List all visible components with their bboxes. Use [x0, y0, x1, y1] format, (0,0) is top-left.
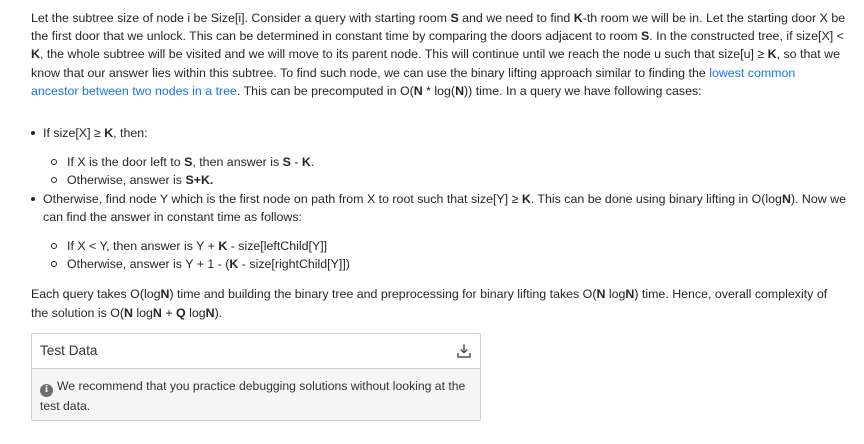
- subcases-list-2: If X < Y, then answer is Y + K - size[le…: [43, 237, 846, 273]
- intro-paragraph: Let the subtree size of node i be Size[i…: [31, 9, 846, 100]
- note-text: We recommend that you practice debugging…: [40, 379, 466, 413]
- text-fragment: If size[X] ≥: [43, 126, 105, 141]
- bold-term: K: [767, 47, 777, 62]
- subcase-item: Otherwise, answer is Y + 1 - (K - size[r…: [43, 255, 846, 273]
- text-fragment: , then answer is: [192, 155, 283, 170]
- text-fragment: Otherwise, answer is: [67, 173, 186, 188]
- text-fragment: , then:: [113, 126, 148, 141]
- text-fragment: .: [310, 155, 315, 170]
- text-fragment: -: [290, 155, 302, 170]
- bold-term: K: [104, 126, 114, 141]
- text-fragment: - size[leftChild[Y]]: [227, 239, 328, 254]
- bold-term: S+K.: [185, 173, 214, 188]
- text-fragment: log: [185, 305, 206, 320]
- editorial-content: Let the subtree size of node i be Size[i…: [31, 9, 846, 322]
- text-fragment: ) time and building the binary tree and …: [169, 287, 597, 302]
- bold-term: N: [781, 191, 791, 206]
- bold-term: K: [218, 239, 228, 254]
- text-fragment: , the whole subtree will be visited and …: [39, 47, 768, 62]
- text-fragment: . This can be precomputed in O(: [236, 83, 414, 98]
- text-fragment: Let the subtree size of node i be Size[i…: [31, 11, 451, 25]
- bold-term: K: [521, 191, 531, 206]
- text-fragment: . In the constructed tree, if size[X] <: [649, 29, 844, 44]
- bold-term: K: [573, 11, 583, 25]
- test-data-header[interactable]: Test Data: [32, 334, 480, 369]
- text-fragment: Otherwise, find node Y which is the firs…: [43, 191, 522, 206]
- bold-term: S: [450, 11, 459, 25]
- test-data-title: Test Data: [40, 343, 98, 358]
- text-fragment: log: [132, 305, 153, 320]
- text-fragment: Each query takes O(log: [31, 287, 161, 302]
- text-fragment: and we need to find: [458, 11, 574, 25]
- bold-term: N: [625, 287, 635, 302]
- subcase-item: If X < Y, then answer is Y + K - size[le…: [43, 237, 846, 255]
- subcase-item: If X is the door left to S, then answer …: [43, 153, 846, 171]
- bold-term: N: [123, 305, 133, 320]
- case-item-1: If size[X] ≥ K, then: If X is the door l…: [31, 124, 846, 190]
- bold-term: N: [205, 305, 215, 320]
- cases-list: If size[X] ≥ K, then: If X is the door l…: [31, 124, 846, 273]
- bold-term: N: [455, 83, 465, 98]
- text-fragment: * log(: [422, 83, 456, 98]
- test-data-body: i We recommend that you practice debuggin…: [32, 369, 480, 420]
- text-fragment: If X is the door left to: [67, 155, 185, 170]
- bold-term: N: [152, 305, 162, 320]
- info-icon: i: [40, 384, 53, 397]
- text-fragment: If X < Y, then answer is Y +: [67, 239, 219, 254]
- text-fragment: - size[rightChild[Y]]): [238, 257, 350, 272]
- case-item-2: Otherwise, find node Y which is the firs…: [31, 190, 846, 274]
- text-fragment: ).: [214, 305, 223, 320]
- bold-term: N: [413, 83, 423, 98]
- text-fragment: . This can be done using binary lifting …: [530, 191, 782, 206]
- test-data-note: i We recommend that you practice debuggin…: [40, 377, 472, 415]
- download-icon[interactable]: [456, 343, 472, 359]
- text-fragment: +: [161, 305, 176, 320]
- bold-term: S: [282, 155, 291, 170]
- test-data-panel: Test Data i We recommend that you practic…: [31, 333, 481, 421]
- text-fragment: Otherwise, answer is Y + 1 - (: [67, 257, 230, 272]
- subcase-item: Otherwise, answer is S+K.: [43, 171, 846, 189]
- bold-term: Q: [176, 305, 186, 320]
- subcases-list-1: If X is the door left to S, then answer …: [43, 153, 846, 189]
- bold-term: K: [301, 155, 311, 170]
- text-fragment: log: [605, 287, 626, 302]
- text-fragment: )) time. In a query we have following ca…: [464, 83, 702, 98]
- bold-term: K: [31, 47, 40, 62]
- complexity-paragraph: Each query takes O(log N ) time and buildi…: [31, 285, 846, 321]
